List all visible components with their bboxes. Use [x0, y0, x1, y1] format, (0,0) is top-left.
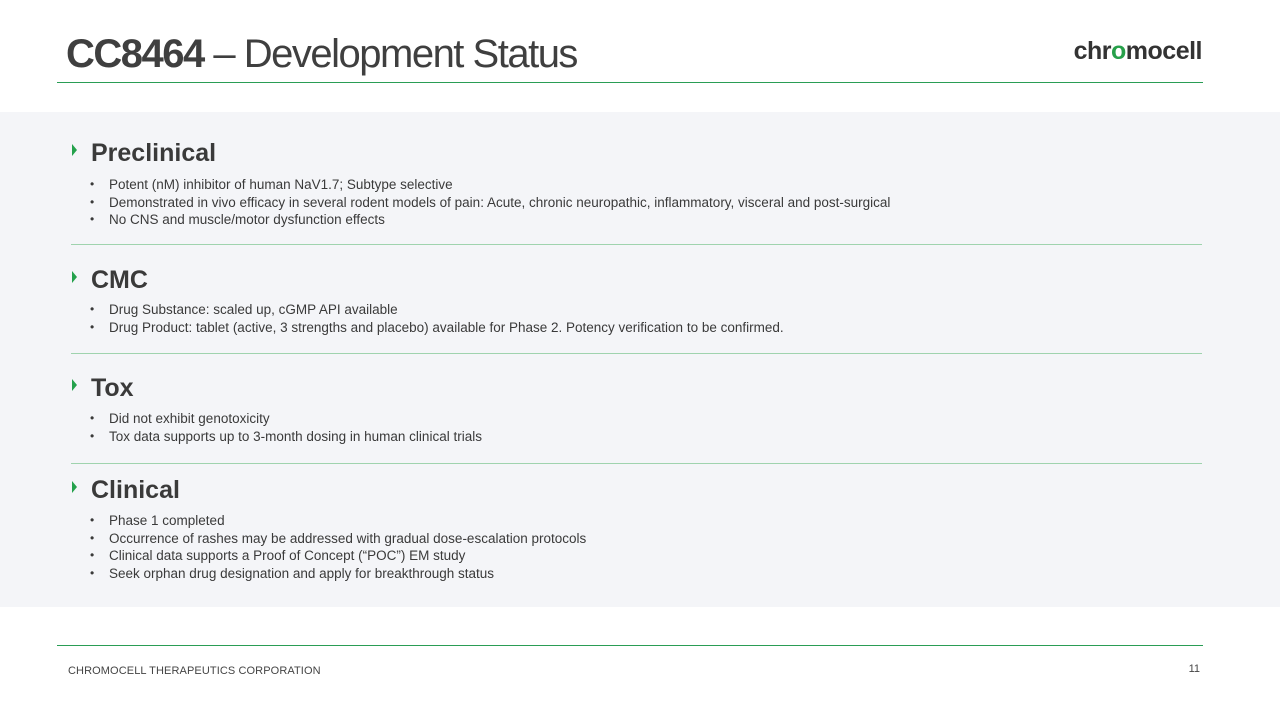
company-name: CHROMOCELL THERAPEUTICS CORPORATION [68, 665, 321, 677]
section-preclinical: Preclinical Potent (nM) inhibitor of hum… [68, 138, 1202, 228]
title-text: – Development Status [203, 32, 578, 76]
list-item: Seek orphan drug designation and apply f… [90, 565, 586, 583]
section-tox: Tox Did not exhibit genotoxicity Tox dat… [68, 373, 1202, 445]
list-item: Occurrence of rashes may be addressed wi… [90, 530, 586, 548]
section-clinical: Clinical Phase 1 completed Occurrence of… [68, 475, 1202, 582]
chromocell-logo: chromocell [1073, 37, 1203, 65]
section-title: Clinical [91, 476, 180, 504]
bullet-list: Phase 1 completed Occurrence of rashes m… [90, 512, 586, 582]
arrow-bullet-icon [72, 379, 77, 391]
list-item: Clinical data supports a Proof of Concep… [90, 547, 586, 565]
page-number: 11 [1188, 663, 1200, 675]
bullet-list: Potent (nM) inhibitor of human NaV1.7; S… [90, 176, 890, 229]
section-divider [71, 463, 1202, 464]
title-code: CC8464 [66, 32, 205, 76]
list-item: Demonstrated in vivo efficacy in several… [90, 194, 890, 212]
section-title: Tox [91, 374, 134, 402]
section-title: Preclinical [91, 139, 217, 167]
section-divider [71, 244, 1202, 245]
footer-divider [57, 645, 1203, 646]
list-item: Drug Product: tablet (active, 3 strength… [90, 319, 784, 337]
list-item: No CNS and muscle/motor dysfunction effe… [90, 211, 890, 229]
section-cmc: CMC Drug Substance: scaled up, cGMP API … [68, 265, 1202, 336]
list-item: Tox data supports up to 3-month dosing i… [90, 428, 482, 446]
arrow-bullet-icon [72, 481, 77, 493]
section-title: CMC [91, 266, 148, 294]
bullet-list: Did not exhibit genotoxicity Tox data su… [90, 410, 482, 445]
list-item: Did not exhibit genotoxicity [90, 410, 482, 428]
list-item: Drug Substance: scaled up, cGMP API avai… [90, 301, 784, 319]
arrow-bullet-icon [72, 271, 77, 283]
bullet-list: Drug Substance: scaled up, cGMP API avai… [90, 301, 784, 336]
list-item: Potent (nM) inhibitor of human NaV1.7; S… [90, 176, 890, 194]
section-divider [71, 353, 1202, 354]
arrow-bullet-icon [72, 144, 77, 156]
list-item: Phase 1 completed [90, 512, 586, 530]
header-divider [57, 82, 1203, 83]
page-title: CC8464 – Development Status [66, 28, 578, 80]
